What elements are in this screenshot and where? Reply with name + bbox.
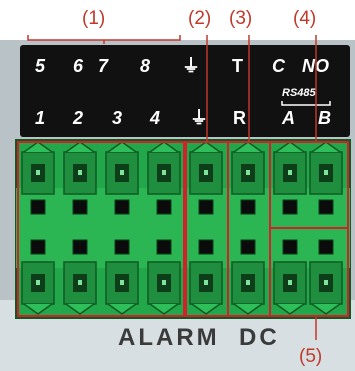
screw-hole	[72, 199, 88, 215]
screw-hole	[198, 239, 214, 255]
label-1: 1	[35, 108, 45, 128]
terminal-screw-icon	[147, 141, 181, 195]
rs485-label: RS485	[282, 87, 317, 99]
terminal-screw-icon	[63, 261, 97, 315]
label-t: T	[232, 56, 243, 76]
screw-hole	[156, 239, 172, 255]
terminal-screw-icon	[21, 141, 55, 195]
label-6: 6	[73, 56, 84, 76]
label-a: A	[281, 108, 295, 128]
top-row-labels: 5 6 7 8 ⏚ T C NO	[35, 56, 329, 76]
screw-hole	[30, 239, 46, 255]
ground-icon: ⏚	[190, 108, 208, 128]
screw-hole	[240, 239, 256, 255]
alarm-dc-label: ALARM DC	[118, 324, 280, 351]
callout-1: (1)	[82, 8, 105, 29]
label-7: 7	[98, 56, 109, 76]
terminal-screw-icon	[105, 141, 139, 195]
leader-1	[27, 35, 181, 41]
terminal-screw-icon	[309, 261, 343, 315]
callout-3: (3)	[229, 8, 252, 29]
terminal-screw-icon	[231, 261, 265, 315]
label-8: 8	[140, 56, 150, 76]
terminal-screw-icon	[309, 141, 343, 195]
screw-hole	[114, 239, 130, 255]
callout-2: (2)	[188, 8, 211, 29]
label-4: 4	[149, 108, 160, 128]
terminal-screw-icon	[273, 141, 307, 195]
screw-hole	[282, 199, 298, 215]
terminal-screw-icon	[147, 261, 181, 315]
callout-4: (4)	[293, 8, 316, 29]
screw-hole	[198, 199, 214, 215]
terminal-screw-icon	[189, 141, 223, 195]
label-b: B	[318, 108, 331, 128]
label-2: 2	[72, 108, 83, 128]
terminal-screw-icon	[21, 261, 55, 315]
label-r: R	[233, 108, 246, 128]
terminal-screw-icon	[189, 261, 223, 315]
screw-hole	[30, 199, 46, 215]
alarm-terminal-diagram: 5 6 7 8 ⏚ T C NO RS485 1 2 3 4 ⏚ R A B (…	[0, 8, 355, 371]
label-c: C	[272, 56, 286, 76]
screw-hole	[318, 239, 334, 255]
terminal-screw-icon	[231, 141, 265, 195]
label-5: 5	[35, 56, 46, 76]
label-3: 3	[112, 108, 122, 128]
screw-hole	[240, 199, 256, 215]
screw-hole	[318, 199, 334, 215]
terminal-screw-icon	[273, 261, 307, 315]
screw-hole	[282, 239, 298, 255]
ground-icon: ⏚	[182, 56, 200, 76]
terminal-screw-icon	[105, 261, 139, 315]
screw-hole	[72, 239, 88, 255]
callout-5: (5)	[299, 346, 322, 367]
screw-hole	[156, 199, 172, 215]
screw-hole	[114, 199, 130, 215]
terminal-screw-icon	[63, 141, 97, 195]
